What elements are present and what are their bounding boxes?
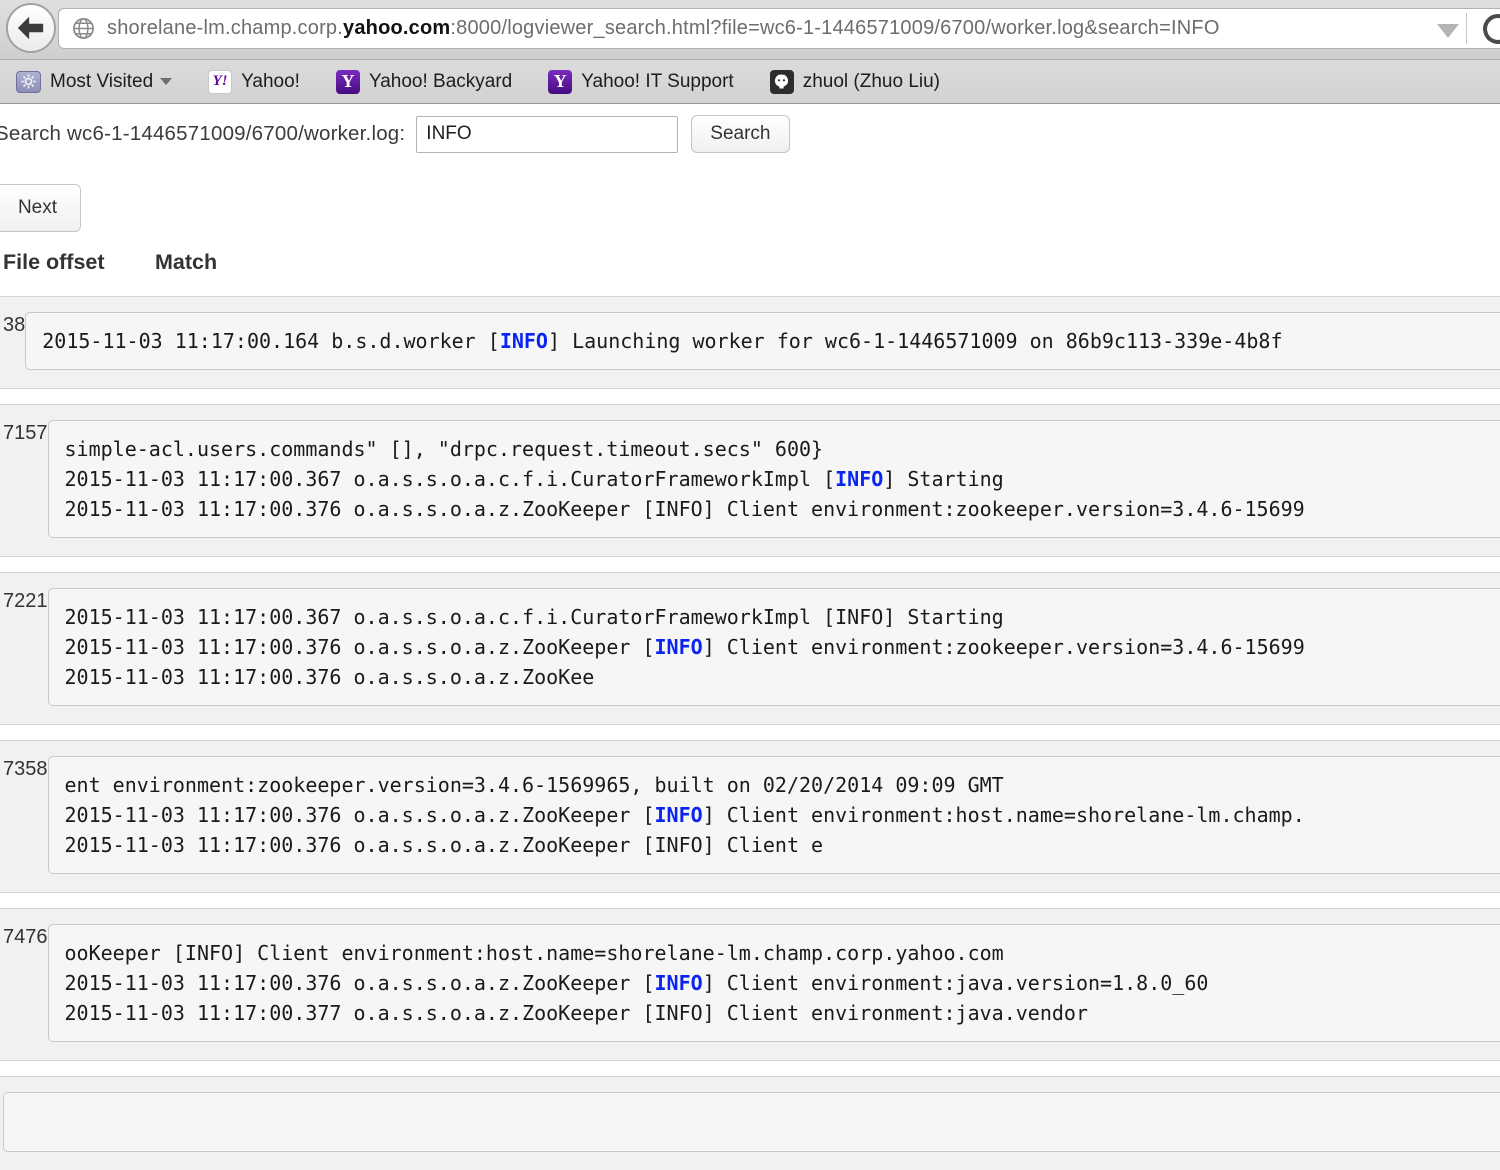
bookmark-label: Yahoo! Backyard (369, 71, 512, 93)
match-cell (3, 1092, 1500, 1152)
globe-icon (72, 17, 95, 40)
file-offset-value: 7476 (0, 924, 48, 1042)
table-row: 7476 ooKeeper [INFO] Client environment:… (0, 908, 1500, 1061)
github-icon (770, 70, 794, 94)
url-prefix: shorelane-lm.champ.corp. (107, 17, 343, 39)
url-suffix: :8000/logviewer_search.html?file=wc6-1-1… (450, 17, 1219, 39)
results-table-body: 38 2015-11-03 11:17:00.164 b.s.d.worker … (0, 296, 1500, 1170)
yahoo-y-icon: Y (336, 70, 360, 94)
match-header: Match (155, 250, 217, 275)
bookmark-zhuol-github[interactable]: zhuol (Zhuo Liu) (770, 70, 940, 94)
match-cell: ent environment:zookeeper.version=3.4.6-… (48, 756, 1500, 874)
smart-folder-icon (16, 71, 41, 93)
url-dropdown-icon[interactable] (1437, 24, 1459, 38)
results-header: File offset Match (0, 250, 1500, 296)
match-log-text: 2015-11-03 11:17:00.367 o.a.s.s.o.a.c.f.… (48, 588, 1500, 706)
search-label: Search wc6-1-1446571009/6700/worker.log: (0, 122, 405, 146)
bookmark-label: Yahoo! (241, 71, 300, 93)
yahoo-y-icon: Y (548, 70, 572, 94)
table-row: 38 2015-11-03 11:17:00.164 b.s.d.worker … (0, 296, 1500, 389)
url-text: shorelane-lm.champ.corp.yahoo.com:8000/l… (107, 17, 1220, 40)
table-row: 7157 simple-acl.users.commands" [], "drp… (0, 404, 1500, 557)
reload-button[interactable] (1480, 12, 1500, 53)
file-offset-value: 7221 (0, 588, 48, 706)
bookmarks-bar: Most Visited Y! Yahoo! Y Yahoo! Backyard… (0, 60, 1500, 104)
url-bar-separator (1466, 13, 1467, 44)
match-log-text: simple-acl.users.commands" [], "drpc.req… (48, 420, 1500, 538)
match-cell: 2015-11-03 11:17:00.164 b.s.d.worker [IN… (25, 312, 1500, 370)
search-form: Search wc6-1-1446571009/6700/worker.log:… (0, 115, 1500, 153)
bookmark-label: zhuol (Zhuo Liu) (803, 71, 940, 93)
bookmark-label: Most Visited (50, 71, 153, 93)
browser-toolbar: shorelane-lm.champ.corp.yahoo.com:8000/l… (0, 0, 1500, 60)
match-log-text: ent environment:zookeeper.version=3.4.6-… (48, 756, 1500, 874)
match-log-text (3, 1092, 1500, 1152)
search-input[interactable] (416, 116, 678, 153)
match-cell: simple-acl.users.commands" [], "drpc.req… (48, 420, 1500, 538)
logviewer-page: Search wc6-1-1446571009/6700/worker.log:… (0, 115, 1500, 1170)
file-offset-value: 7358 (0, 756, 48, 874)
file-offset-value: 38 (0, 312, 25, 370)
match-log-text: ooKeeper [INFO] Client environment:host.… (48, 924, 1500, 1042)
url-bar[interactable]: shorelane-lm.champ.corp.yahoo.com:8000/l… (58, 8, 1500, 49)
table-row: 7221 2015-11-03 11:17:00.367 o.a.s.s.o.a… (0, 572, 1500, 725)
table-row: 7358 ent environment:zookeeper.version=3… (0, 740, 1500, 893)
yahoo-favicon: Y! (208, 70, 232, 94)
bookmark-label: Yahoo! IT Support (581, 71, 733, 93)
file-offset-value: 7157 (0, 420, 48, 538)
table-row (0, 1076, 1500, 1170)
bookmark-yahoo[interactable]: Y! Yahoo! (208, 70, 300, 94)
back-arrow-icon (16, 15, 46, 41)
reload-icon (1480, 12, 1500, 48)
match-cell: ooKeeper [INFO] Client environment:host.… (48, 924, 1500, 1042)
url-domain: yahoo.com (343, 17, 450, 39)
bookmark-yahoo-backyard[interactable]: Y Yahoo! Backyard (336, 70, 512, 94)
back-button[interactable] (6, 3, 56, 53)
file-offset-header: File offset (3, 250, 155, 275)
bookmark-yahoo-it-support[interactable]: Y Yahoo! IT Support (548, 70, 733, 94)
match-log-text: 2015-11-03 11:17:00.164 b.s.d.worker [IN… (25, 312, 1500, 370)
search-button[interactable]: Search (691, 115, 789, 153)
bookmark-most-visited[interactable]: Most Visited (16, 71, 172, 93)
match-cell: 2015-11-03 11:17:00.367 o.a.s.s.o.a.c.f.… (48, 588, 1500, 706)
chevron-down-icon (160, 78, 172, 85)
next-button[interactable]: Next (0, 184, 81, 232)
